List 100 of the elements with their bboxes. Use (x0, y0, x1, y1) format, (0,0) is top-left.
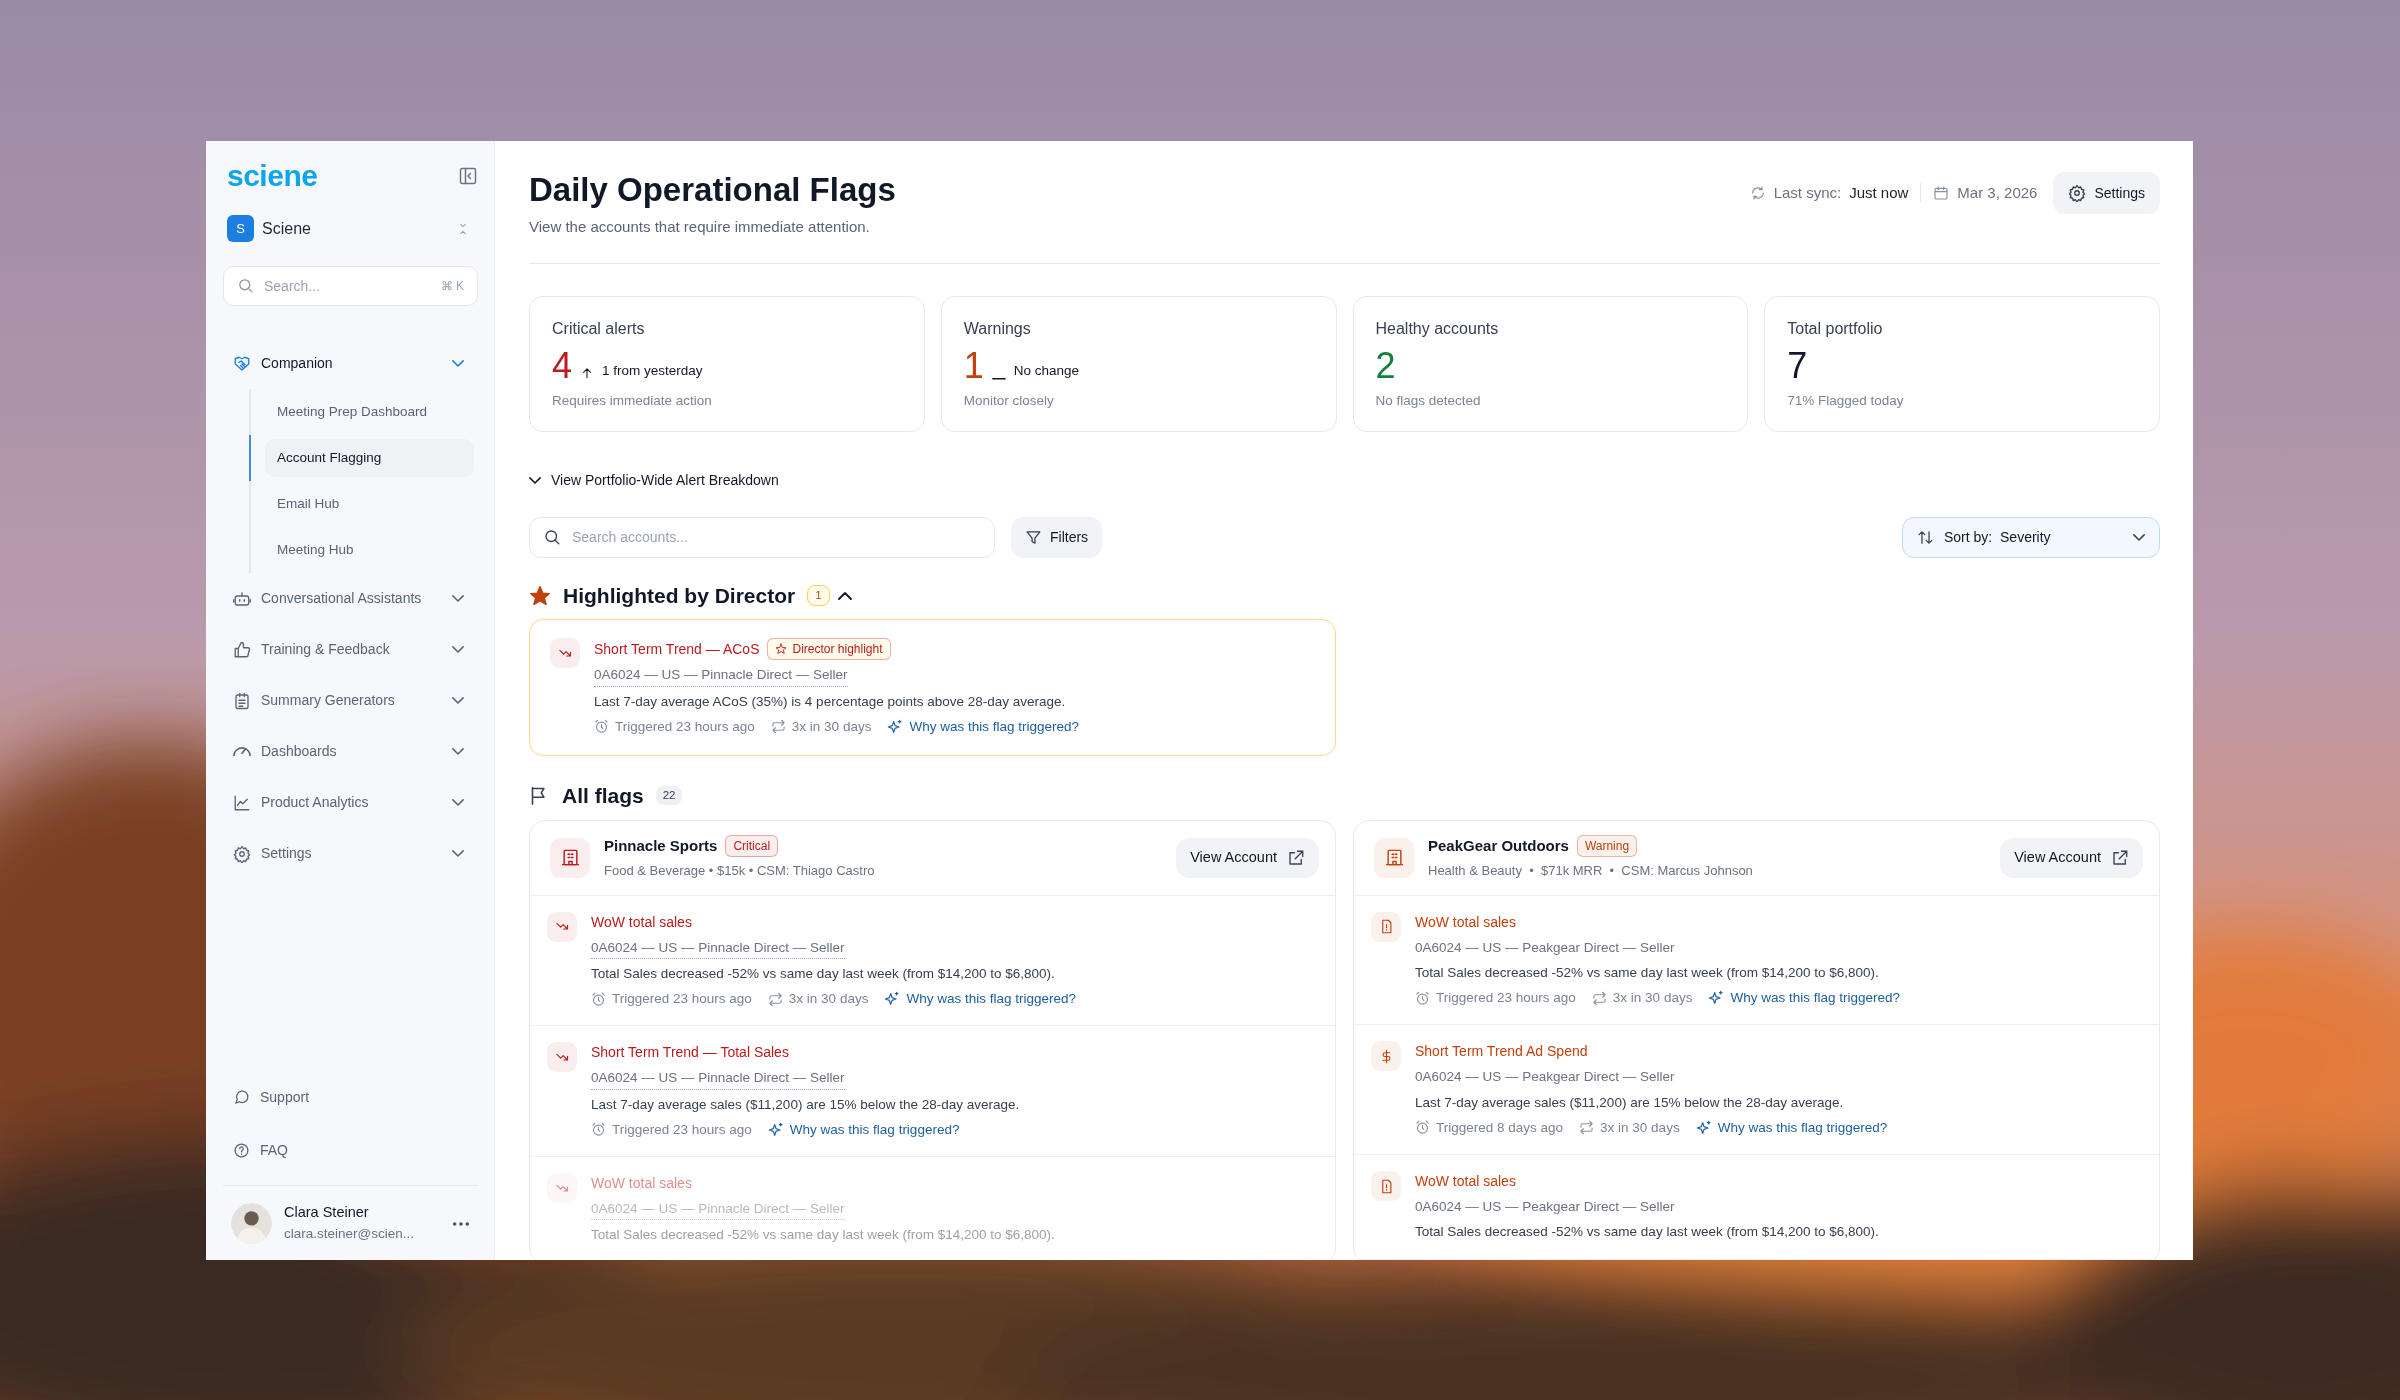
nav-item[interactable]: Companion (223, 338, 478, 389)
nav-item[interactable]: Settings (223, 828, 478, 879)
alarm-clock-icon (1415, 990, 1430, 1006)
account-source: 0A6024 — US — Peakgear Direct — Seller (1415, 1198, 1675, 1217)
account-source: 0A6024 — US — Pinnacle Direct — Seller (591, 1199, 845, 1221)
flag-description: Last 7-day average sales ($11,200) are 15% below the 28-day average. (1415, 1093, 1845, 1112)
refresh-icon (1749, 185, 1766, 201)
nav-subitem[interactable]: Meeting Hub (265, 531, 474, 569)
footer-link[interactable]: Support (223, 1071, 478, 1124)
highlight-badge: Director highlight (767, 638, 891, 661)
shortcut-hint: ⌘ K (440, 278, 464, 295)
view-account-button[interactable]: View Account (1176, 837, 1319, 878)
line-chart-icon (233, 793, 251, 812)
workspace-name: Sciene (262, 218, 312, 239)
handshake-icon (233, 354, 251, 373)
flag-description: Total Sales decreased -52% vs same day last week (from $14,200 to $6,800). (1415, 1223, 1879, 1242)
search-icon (237, 277, 254, 294)
breakdown-toggle[interactable]: View Portfolio-Wide Alert Breakdown (529, 469, 779, 491)
stat-value: 7 (1787, 347, 1808, 384)
user-name: Clara Steiner (284, 1203, 370, 1222)
stat-label: Warnings (963, 318, 1032, 339)
nav-item[interactable]: Product Analytics (223, 777, 478, 828)
alarm-clock-icon (594, 719, 609, 735)
account-source: 0A6024 — US — Pinnacle Direct — Seller (591, 937, 845, 959)
nav-subitem[interactable]: Account Flagging (265, 439, 474, 477)
stat-change: No change (1013, 362, 1080, 381)
footer-link[interactable]: FAQ (223, 1124, 478, 1177)
alarm-clock-icon (591, 1122, 606, 1138)
robot-icon (233, 589, 251, 608)
stat-value: 4 (552, 347, 573, 384)
alarm-clock-icon (1415, 1120, 1430, 1136)
alarm-clock-icon (591, 991, 606, 1007)
flag-title: Short Term Trend Ad Spend (1415, 1042, 1588, 1062)
why-link[interactable]: Why was this flag triggered? (789, 1119, 960, 1141)
help-icon (233, 1142, 250, 1159)
thumbs-up-icon (233, 640, 251, 659)
why-link[interactable]: Why was this flag triggered? (1717, 1117, 1888, 1139)
why-link[interactable]: Why was this flag triggered? (1730, 988, 1900, 1009)
calendar-icon (1933, 185, 1950, 201)
stat-note: Monitor closely (963, 391, 1055, 410)
workspace-avatar: S (227, 215, 254, 242)
triggered-time: Triggered 23 hours ago (612, 990, 752, 1009)
account-name: Pinnacle Sports (604, 835, 718, 856)
gauge-icon (233, 746, 251, 757)
stat-change: 1 from yesterday (602, 362, 703, 381)
stat-label: Total portfolio (1787, 318, 1884, 339)
nav-item[interactable]: Summary Generators (223, 675, 478, 726)
nav-item[interactable]: Dashboards (223, 726, 478, 777)
chat-bubble-icon (233, 1089, 250, 1106)
triggered-time: Triggered 23 hours ago (612, 1120, 752, 1139)
repeat-icon (770, 719, 786, 735)
date-label: Mar 3, 2026 (1957, 182, 2038, 203)
stat-note: 71% Flagged today (1787, 391, 1905, 410)
more-icon[interactable] (452, 1220, 470, 1227)
repeat-count: 3x in 30 days (791, 717, 872, 736)
flag-title: WoW total sales (1415, 1172, 1516, 1192)
account-source: 0A6024 — US — Pinnacle Direct — Seller (594, 665, 848, 687)
stat-value: 2 (1375, 347, 1396, 384)
section-title: Highlighted by Director (563, 582, 796, 609)
settings-button[interactable]: Settings (2053, 172, 2160, 214)
repeat-count: 3x in 30 days (1612, 989, 1693, 1008)
account-source: 0A6024 — US — Peakgear Direct — Seller (1415, 1068, 1675, 1087)
settings-icon (2068, 184, 2087, 202)
flag-title: WoW total sales (591, 912, 692, 932)
account-source: 0A6024 — US — Pinnacle Direct — Seller (591, 1068, 845, 1090)
nav-item[interactable]: Training & Feedback (223, 624, 478, 675)
stat-note: Requires immediate action (552, 391, 713, 410)
flag-description: Total Sales decreased -52% vs same day last week (from $14,200 to $6,800). (591, 1226, 1055, 1245)
view-account-button[interactable]: View Account (2000, 837, 2143, 878)
external-link-icon (1287, 848, 1305, 867)
section-title: All flags (562, 783, 644, 810)
nav-subitem[interactable]: Email Hub (265, 485, 474, 523)
nav-item[interactable]: Conversational Assistants (223, 573, 478, 624)
search-field[interactable]: Search accounts... (529, 516, 995, 558)
account-name: PeakGear Outdoors (1428, 835, 1569, 856)
account-source: 0A6024 — US — Peakgear Direct — Seller (1415, 938, 1675, 957)
brand-logo: sciene (227, 161, 318, 191)
sort-icon (1917, 528, 1934, 546)
sparkle-icon (887, 718, 904, 735)
triggered-time: Triggered 23 hours ago (615, 717, 755, 736)
clipboard-icon (233, 691, 251, 710)
sparkle-icon (884, 991, 901, 1008)
why-link[interactable]: Why was this flag triggered? (909, 716, 1079, 738)
collapse-button[interactable] (837, 591, 852, 600)
triggered-time: Triggered 23 hours ago (1436, 989, 1576, 1008)
nav-subitem[interactable]: Meeting Prep Dashboard (265, 393, 474, 431)
filters-button[interactable]: Filters (1011, 516, 1103, 558)
why-link[interactable]: Why was this flag triggered? (906, 989, 1076, 1010)
sync-value: Just now (1849, 182, 1909, 203)
severity-badge: Critical (725, 834, 779, 857)
building-icon (560, 848, 580, 868)
chevron-icon (2133, 533, 2145, 541)
flag-description: Last 7-day average sales ($11,200) are 15% below the 28-day average. (591, 1095, 1020, 1114)
page-title: Daily Operational Flags (529, 172, 896, 209)
stat-note: No flags detected (1375, 391, 1482, 410)
search-icon (543, 527, 561, 546)
user-email: clara.steiner@scien... (284, 1224, 415, 1243)
stat-value: 1 (963, 347, 984, 384)
sort-dropdown[interactable]: Sort by: Severity (1902, 516, 2160, 558)
external-link-icon (2111, 848, 2129, 867)
